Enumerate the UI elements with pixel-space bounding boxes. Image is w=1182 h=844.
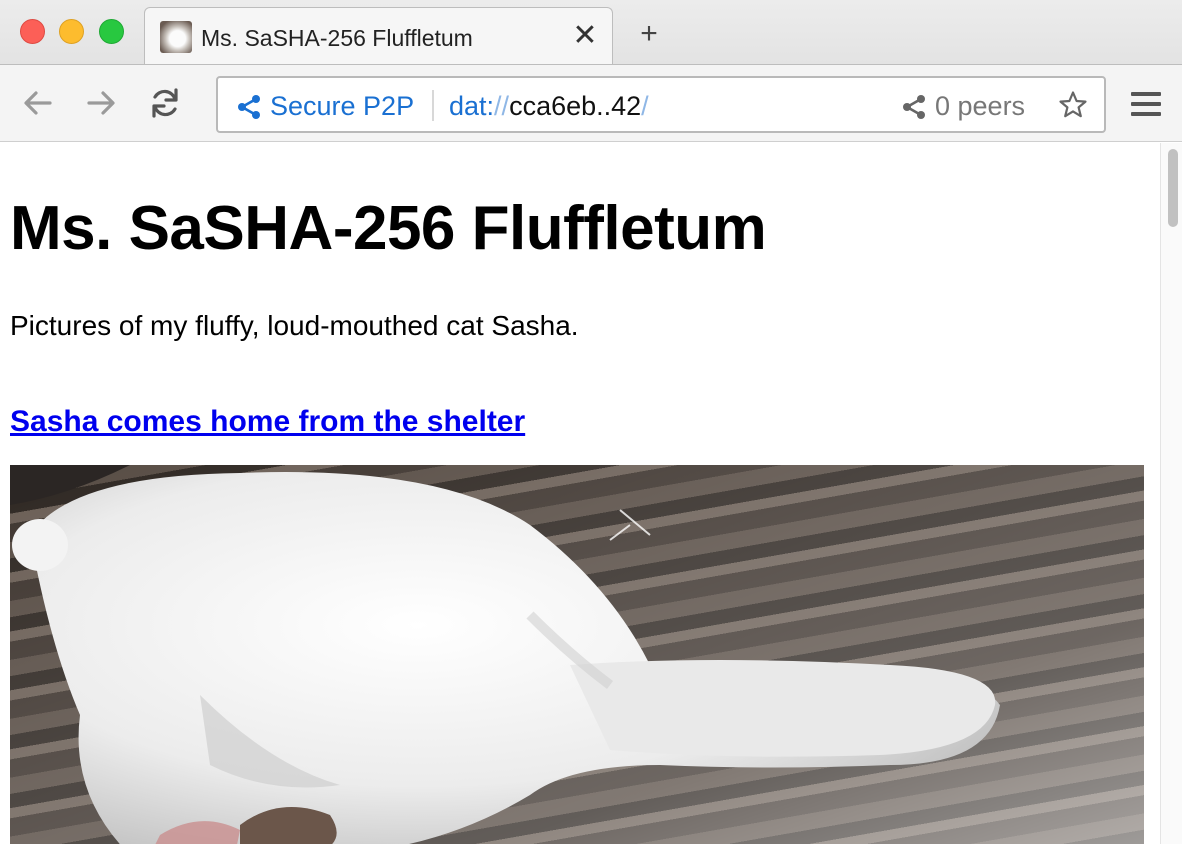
- forward-button[interactable]: [83, 85, 119, 121]
- tab-strip: Ms. SaSHA-256 Fluffletum ✕ +: [0, 0, 1182, 65]
- address-bar[interactable]: Secure P2P dat://cca6eb..42/ 0 peers: [216, 76, 1106, 133]
- cat-illustration: [10, 465, 1144, 844]
- url-host: cca6eb..42: [509, 91, 642, 121]
- window-minimize-button[interactable]: [59, 19, 84, 44]
- arrow-right-icon: [87, 91, 115, 115]
- peers-icon: [903, 95, 925, 119]
- vertical-scrollbar[interactable]: [1160, 143, 1182, 844]
- star-icon[interactable]: [1058, 90, 1088, 120]
- window-close-button[interactable]: [20, 19, 45, 44]
- back-button[interactable]: [20, 85, 56, 121]
- page-title: Ms. SaSHA-256 Fluffletum: [10, 194, 767, 263]
- tab-close-button[interactable]: ✕: [572, 21, 598, 51]
- reload-button[interactable]: [147, 85, 183, 121]
- share-network-icon: [238, 95, 260, 119]
- new-tab-button[interactable]: +: [634, 19, 664, 50]
- hamburger-menu-icon[interactable]: [1130, 91, 1162, 117]
- peers-count[interactable]: 0 peers: [935, 91, 1025, 122]
- navigation-toolbar: Secure P2P dat://cca6eb..42/ 0 peers: [0, 64, 1182, 142]
- url-text[interactable]: dat://cca6eb..42/: [449, 91, 649, 122]
- scrollbar-thumb[interactable]: [1168, 149, 1178, 227]
- tab-title: Ms. SaSHA-256 Fluffletum: [201, 25, 473, 51]
- post-link[interactable]: Sasha comes home from the shelter: [10, 405, 525, 439]
- arrow-left-icon: [24, 91, 52, 115]
- security-indicator[interactable]: Secure P2P: [270, 91, 414, 122]
- reload-icon: [152, 88, 178, 118]
- page-viewport: Ms. SaSHA-256 Fluffletum Pictures of my …: [0, 143, 1160, 844]
- url-divider: [432, 90, 434, 121]
- window-zoom-button[interactable]: [99, 19, 124, 44]
- url-slashes: //: [494, 91, 510, 121]
- url-scheme: dat:: [449, 91, 495, 121]
- page-description: Pictures of my fluffy, loud-mouthed cat …: [10, 310, 579, 341]
- url-trailing: /: [641, 91, 649, 121]
- tab-active[interactable]: Ms. SaSHA-256 Fluffletum ✕: [144, 7, 613, 65]
- cat-photo[interactable]: [10, 465, 1144, 844]
- tab-favicon: [160, 21, 192, 53]
